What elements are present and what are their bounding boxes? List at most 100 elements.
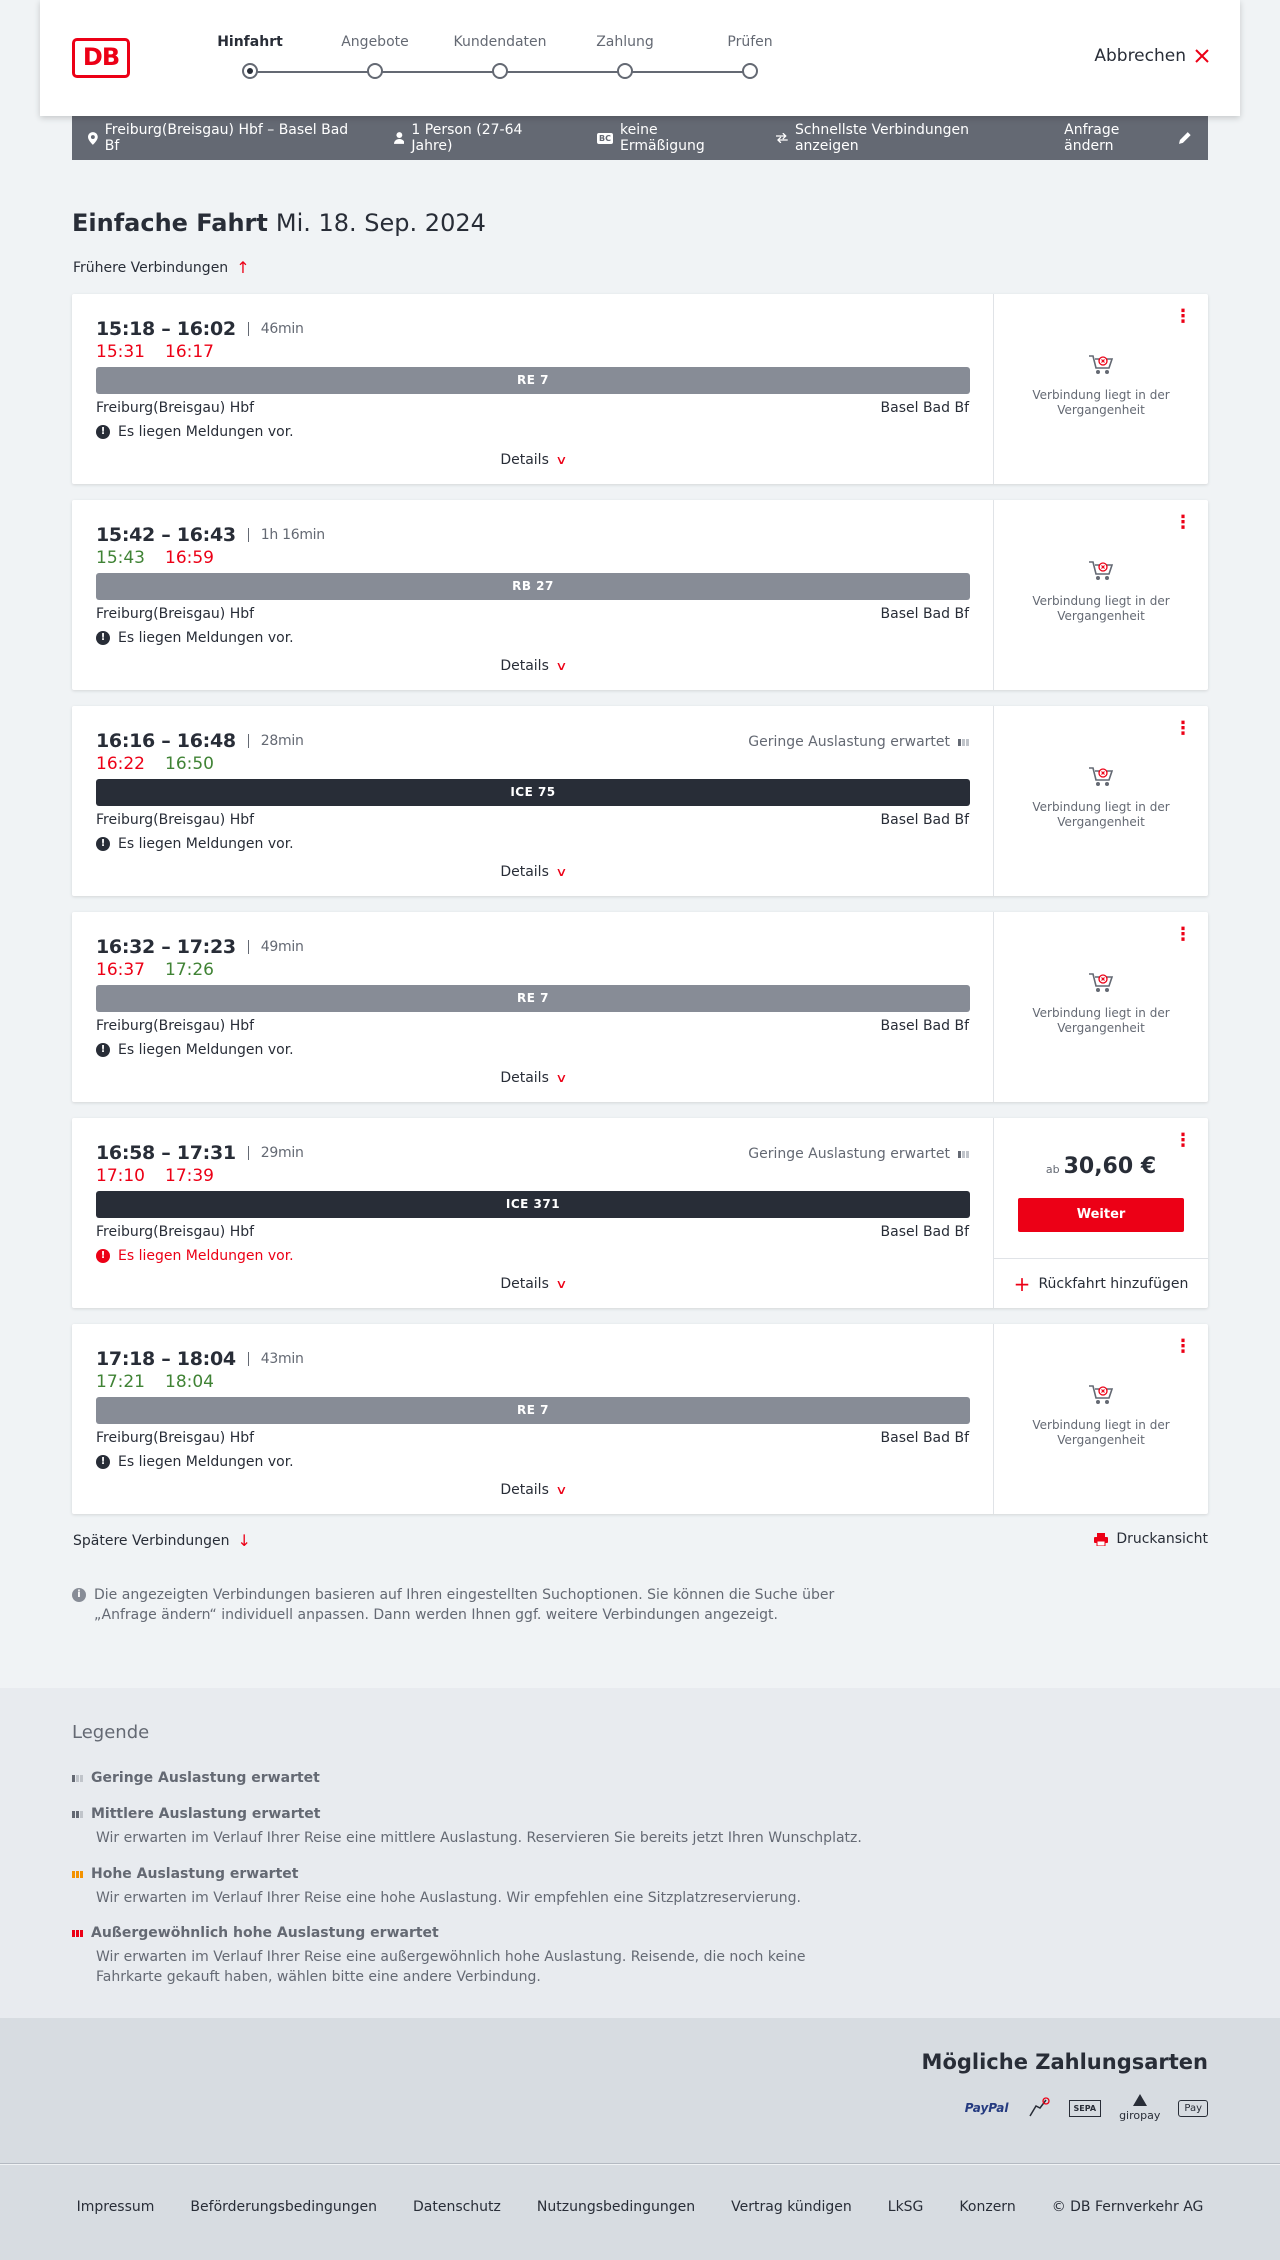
train-bar[interactable]: ICE 371 <box>96 1191 970 1218</box>
more-options-icon[interactable]: ⋮ <box>1174 1132 1192 1150</box>
details-label: Details <box>500 1276 549 1292</box>
step-label: Hinfahrt <box>217 34 283 50</box>
details-label: Details <box>500 1482 549 1498</box>
footer-link-vertrag-kuendigen[interactable]: Vertrag kündigen <box>731 2199 852 2215</box>
details-toggle[interactable]: Details ∨ <box>72 658 994 674</box>
add-return-button[interactable]: + Rückfahrt hinzufügen <box>994 1258 1208 1308</box>
train-bar[interactable]: RE 7 <box>96 985 970 1012</box>
edit-request-button[interactable]: Anfrage ändern <box>1064 122 1192 154</box>
legend-item-desc: Wir erwarten im Verlauf Ihrer Reise eine… <box>96 1949 806 1985</box>
footer-link-impressum[interactable]: Impressum <box>77 2199 155 2215</box>
offer-panel: ⋮ Verbindung liegt in der Vergangenheit <box>994 1324 1208 1514</box>
step-label: Kundendaten <box>453 34 547 50</box>
departure-station: Freiburg(Breisgau) Hbf <box>96 1018 255 1034</box>
footer-links: Impressum Beförderungsbedingungen Datens… <box>0 2199 1280 2215</box>
message-notice[interactable]: ! Es liegen Meldungen vor. <box>96 1454 294 1470</box>
departure-station: Freiburg(Breisgau) Hbf <box>96 400 255 416</box>
apple-pay-logo: Pay <box>1178 2099 1208 2117</box>
discount-summary: BC keine Ermäßigung <box>597 122 743 154</box>
more-options-icon[interactable]: ⋮ <box>1174 926 1192 944</box>
message-text: Es liegen Meldungen vor. <box>118 1248 294 1264</box>
train-bar[interactable]: RE 7 <box>96 1397 970 1424</box>
connection-card[interactable]: 15:18 – 16:02 46min 15:31 16:17 RE 7 Freib… <box>72 294 1208 484</box>
connection-card[interactable]: 16:16 – 16:48 28min 16:22 16:50 Geringe Au… <box>72 706 1208 896</box>
sepa-invoice-logo: SEPA <box>1068 2099 1102 2117</box>
arrival-station: Basel Bad Bf <box>880 1018 969 1034</box>
legend-item-title: Mittlere Auslastung erwartet <box>91 1806 321 1822</box>
legend-section: Legende Geringe Auslastung erwartet Mitt… <box>0 1688 1280 2018</box>
db-logo[interactable]: DB <box>72 38 130 78</box>
location-pin-icon <box>88 131 98 145</box>
alert-icon: ! <box>96 1043 110 1057</box>
connection-card[interactable]: 16:32 – 17:23 49min 16:37 17:26 RE 7 Freib… <box>72 912 1208 1102</box>
chevron-down-icon: ∨ <box>555 659 568 673</box>
details-label: Details <box>500 1070 549 1086</box>
route-summary: Freiburg(Breisgau) Hbf – Basel Bad Bf <box>88 122 361 154</box>
print-view-link[interactable]: Druckansicht <box>1094 1531 1208 1547</box>
past-connection-notice: Verbindung liegt in der Vergangenheit <box>994 1384 1208 1448</box>
message-text: Es liegen Meldungen vor. <box>118 1042 294 1058</box>
scheduled-times: 17:18 – 18:04 43min <box>96 1348 304 1370</box>
details-toggle[interactable]: Details ∨ <box>72 452 994 468</box>
connection-card[interactable]: 16:58 – 17:31 29min 17:10 17:39 Geringe Au… <box>72 1118 1208 1308</box>
person-icon <box>393 132 405 144</box>
more-options-icon[interactable]: ⋮ <box>1174 1338 1192 1356</box>
footer-link-nutzung[interactable]: Nutzungsbedingungen <box>537 2199 695 2215</box>
departure-station: Freiburg(Breisgau) Hbf <box>96 1224 255 1240</box>
arrival-station: Basel Bad Bf <box>880 812 969 828</box>
connection-info: 16:58 – 17:31 29min 17:10 17:39 Geringe Au… <box>72 1118 994 1308</box>
edit-request-label: Anfrage ändern <box>1064 122 1120 154</box>
realtime-times: 15:43 16:59 <box>96 548 214 568</box>
past-connection-text: Verbindung liegt in der Vergangenheit <box>1032 800 1170 829</box>
step-dot <box>367 63 383 79</box>
past-connection-text: Verbindung liegt in der Vergangenheit <box>1032 1006 1170 1035</box>
footer-link-befoerderung[interactable]: Beförderungsbedingungen <box>190 2199 377 2215</box>
load-medium-icon <box>72 1810 83 1818</box>
more-options-icon[interactable]: ⋮ <box>1174 514 1192 532</box>
time-range: 15:42 – 16:43 <box>96 524 236 546</box>
cancel-button[interactable]: Abbrechen <box>1094 46 1210 66</box>
past-connection-notice: Verbindung liegt in der Vergangenheit <box>994 972 1208 1036</box>
message-notice[interactable]: ! Es liegen Meldungen vor. <box>96 1042 294 1058</box>
more-options-icon[interactable]: ⋮ <box>1174 308 1192 326</box>
connection-info: 17:18 – 18:04 43min 17:21 18:04 RE 7 Freib… <box>72 1324 994 1514</box>
details-toggle[interactable]: Details ∨ <box>72 864 994 880</box>
giropay-label: giropay <box>1119 2109 1161 2122</box>
train-bar[interactable]: ICE 75 <box>96 779 970 806</box>
cart-unavailable-icon <box>1088 354 1114 382</box>
train-bar[interactable]: RB 27 <box>96 573 970 600</box>
message-notice[interactable]: ! Es liegen Meldungen vor. <box>96 630 294 646</box>
details-toggle[interactable]: Details ∨ <box>72 1276 994 1292</box>
message-notice[interactable]: ! Es liegen Meldungen vor. <box>96 424 294 440</box>
footer-link-konzern[interactable]: Konzern <box>959 2199 1015 2215</box>
time-range: 17:18 – 18:04 <box>96 1348 236 1370</box>
duration: 46min <box>247 322 304 336</box>
connection-card[interactable]: 17:18 – 18:04 43min 17:21 18:04 RE 7 Freib… <box>72 1324 1208 1514</box>
message-notice[interactable]: ! Es liegen Meldungen vor. <box>96 1248 294 1264</box>
message-notice[interactable]: ! Es liegen Meldungen vor. <box>96 836 294 852</box>
details-toggle[interactable]: Details ∨ <box>72 1482 994 1498</box>
arrow-up-icon: ↑ <box>236 258 250 277</box>
later-connections-link[interactable]: Spätere Verbindungen ↓ <box>73 1531 251 1550</box>
earlier-connections-link[interactable]: Frühere Verbindungen ↑ <box>73 258 250 277</box>
load-indicator: Geringe Auslastung erwartet <box>748 1146 969 1162</box>
arrival-station: Basel Bad Bf <box>880 606 969 622</box>
connection-info: 16:32 – 17:23 49min 16:37 17:26 RE 7 Freib… <box>72 912 994 1102</box>
connection-card[interactable]: 15:42 – 16:43 1h 16min 15:43 16:59 RB 27 F… <box>72 500 1208 690</box>
realtime-arrival: 16:50 <box>165 754 214 774</box>
more-options-icon[interactable]: ⋮ <box>1174 720 1192 738</box>
continue-button[interactable]: Weiter <box>1018 1198 1184 1232</box>
step-pruefen: Prüfen <box>690 34 810 79</box>
close-icon <box>1195 49 1209 63</box>
footer-link-lksg[interactable]: LkSG <box>888 2199 924 2215</box>
train-bar[interactable]: RE 7 <box>96 367 970 394</box>
footer-link-datenschutz[interactable]: Datenschutz <box>413 2199 501 2215</box>
payment-title: Mögliche Zahlungsarten <box>921 2050 1208 2074</box>
load-very-high-icon <box>72 1929 83 1937</box>
legend-item-low: Geringe Auslastung erwartet <box>72 1770 872 1786</box>
past-connection-notice: Verbindung liegt in der Vergangenheit <box>994 560 1208 624</box>
realtime-times: 16:22 16:50 <box>96 754 214 774</box>
later-label: Spätere Verbindungen <box>73 1532 230 1549</box>
details-label: Details <box>500 452 549 468</box>
details-toggle[interactable]: Details ∨ <box>72 1070 994 1086</box>
